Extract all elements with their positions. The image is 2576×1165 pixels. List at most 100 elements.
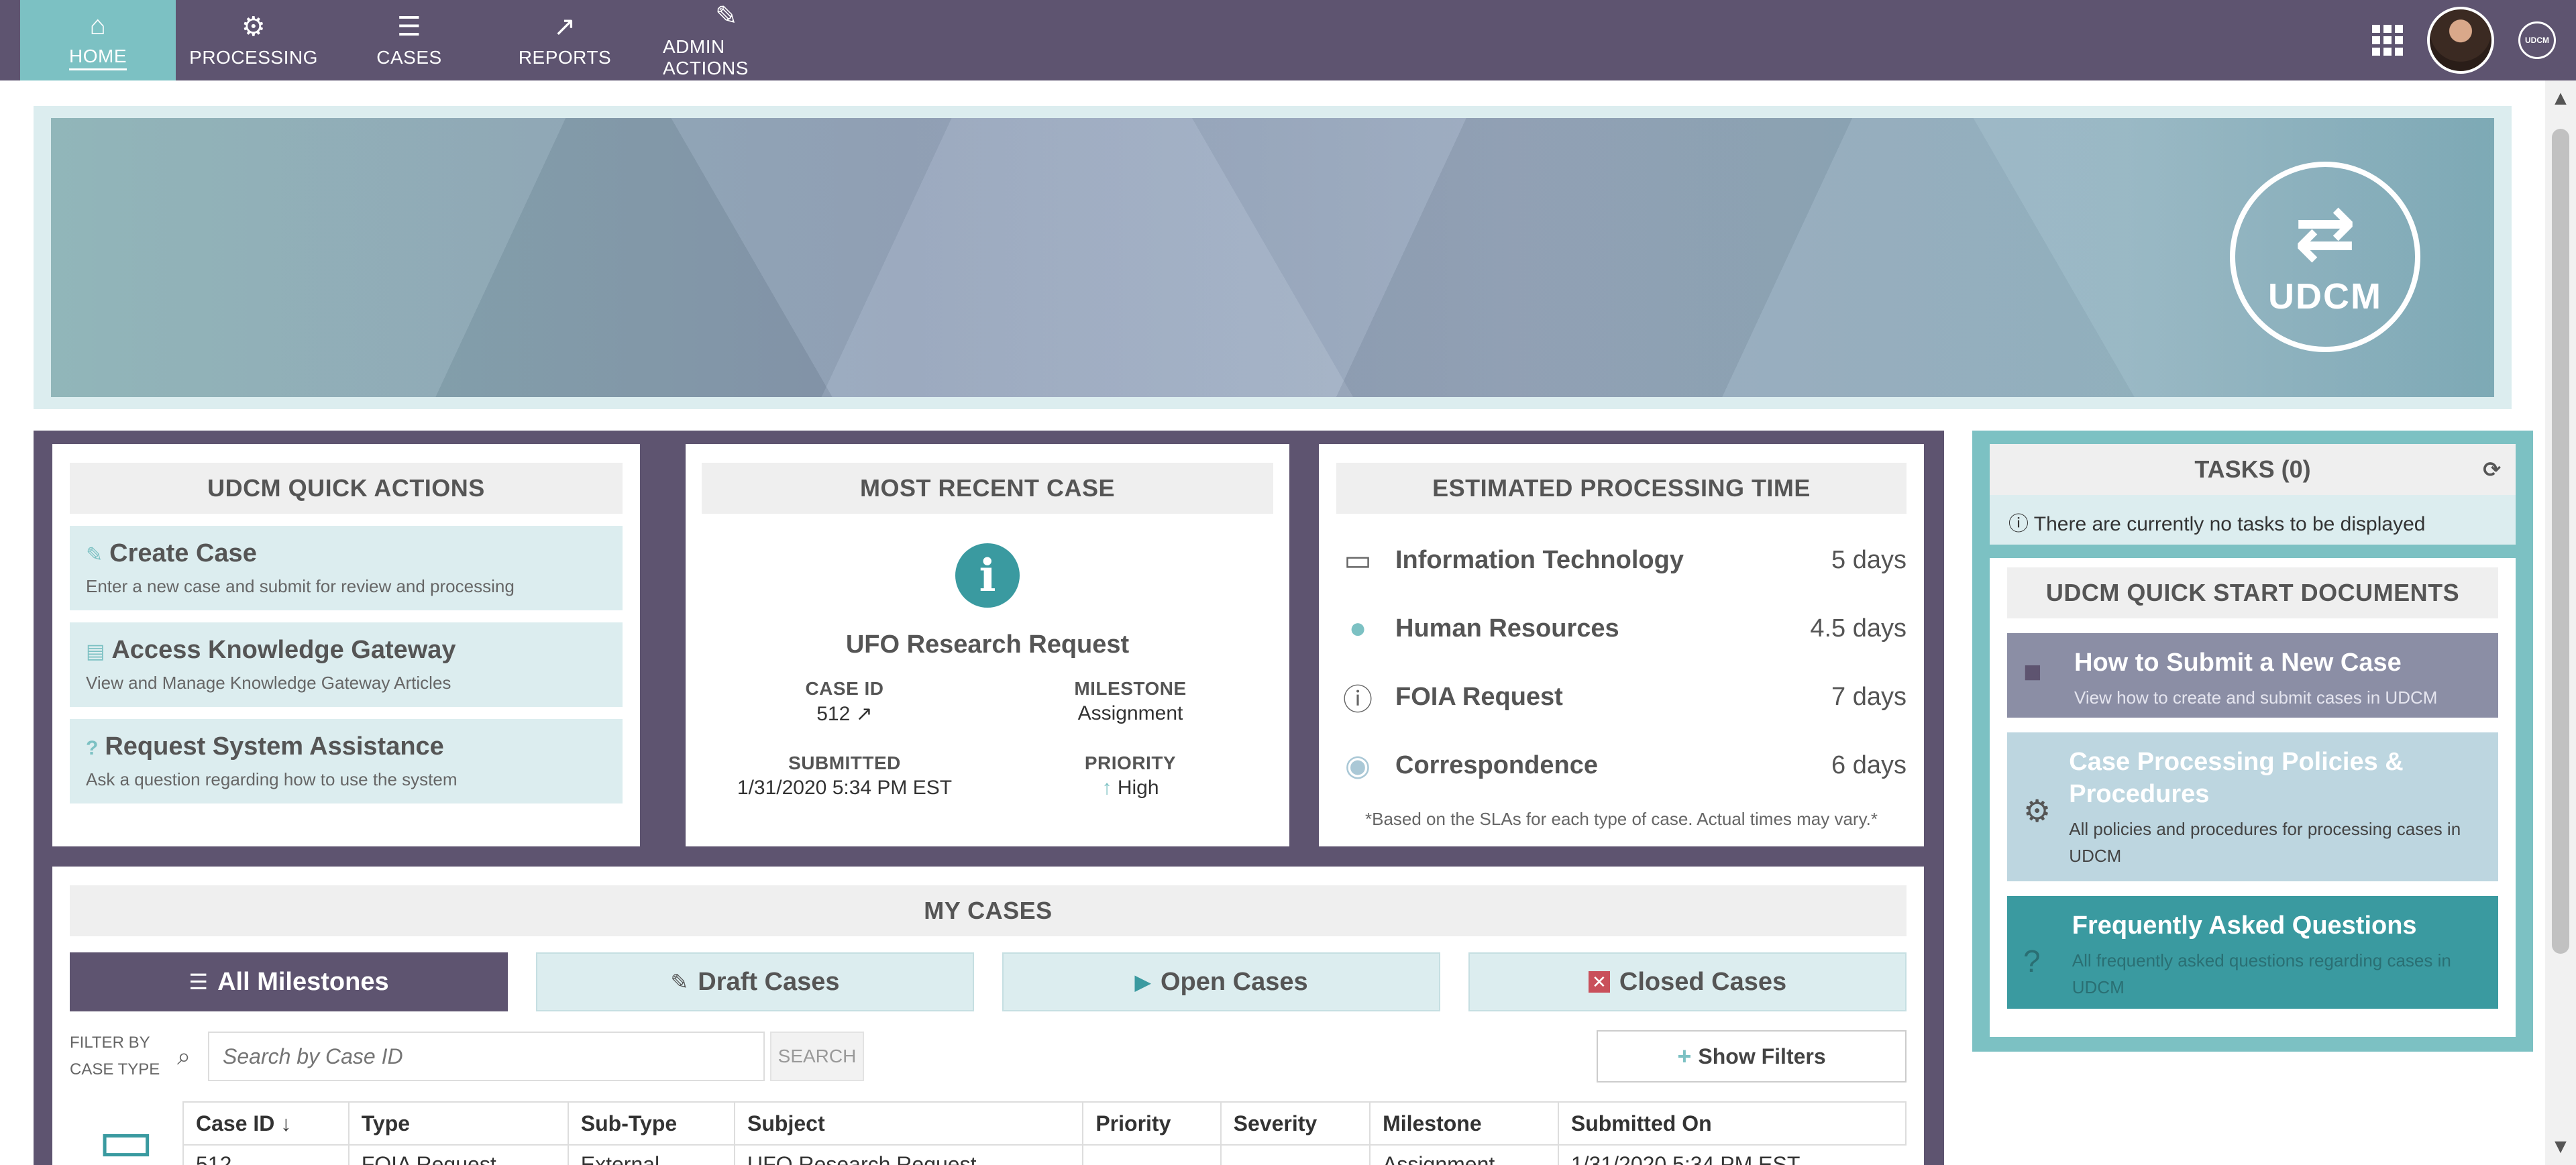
cell-severity [1220,1145,1371,1165]
apps-grid-icon[interactable] [2372,25,2403,56]
cell-subtype: External [567,1145,735,1165]
page-scrollbar[interactable]: ▲ ▼ [2545,80,2576,1165]
case-id-label: CASE ID [805,678,884,699]
my-cases-title: MY CASES [70,885,1907,936]
doc-title: How to Submit a New Case [2074,649,2402,677]
cell-submitted-on: 1/31/2020 5:34 PM EST [1557,1145,1906,1165]
video-icon: ■ [2023,654,2042,689]
cases-table-area: ▭ Case ID ↓ Type Sub-Type Subject Priori… [70,1101,1907,1165]
doc-desc: View how to create and submit cases in U… [2074,687,2438,708]
processing-time-title: ESTIMATED PROCESSING TIME [1336,463,1907,514]
book-icon: ▤ [86,641,105,663]
refresh-icon[interactable]: ⟳ [2483,444,2501,495]
most-recent-title: MOST RECENT CASE [702,463,1273,514]
doc-faq[interactable]: ? Frequently Asked Questions All frequen… [2007,896,2498,1009]
scroll-up-icon[interactable]: ▲ [2545,87,2576,110]
col-severity[interactable]: Severity [1220,1101,1371,1146]
quick-actions-title: UDCM QUICK ACTIONS [70,463,623,514]
user-avatar[interactable] [2427,7,2494,74]
doc-desc: All frequently asked questions regarding… [2072,950,2451,997]
case-id-link[interactable]: 512 [816,703,850,725]
doc-title: Frequently Asked Questions [2072,911,2417,940]
nav-home[interactable]: ⌂ HOME [20,0,176,80]
cell-type: FOIA Request [347,1145,568,1165]
ept-note: *Based on the SLAs for each type of case… [1364,809,1878,829]
tab-all-milestones[interactable]: ☰ All Milestones [70,952,508,1011]
knowledge-gateway-action[interactable]: ▤ Access Knowledge Gateway View and Manag… [70,622,623,707]
nav-cases[interactable]: ☰ CASES [331,0,487,80]
list-icon: ☰ [189,970,209,994]
ept-row-hr: ● Human Resources 4.5 days [1336,594,1907,663]
gears-icon: ⚙ [241,12,266,42]
processing-time-card: ESTIMATED PROCESSING TIME ▭ Information … [1319,444,1924,846]
milestone-value: Assignment [1077,702,1183,724]
search-input[interactable] [208,1032,765,1081]
nav-home-label: HOME [69,46,127,70]
col-label: Case ID [196,1111,275,1135]
tab-draft-cases[interactable]: ✎ Draft Cases [536,952,974,1011]
col-type[interactable]: Type [347,1101,568,1146]
most-recent-case-card: MOST RECENT CASE i UFO Research Request … [686,444,1289,846]
tab-closed-cases[interactable]: ✕ Closed Cases [1468,952,1907,1011]
submitted-value: 1/31/2020 5:34 PM EST [737,777,953,799]
my-cases-card: MY CASES ☰ All Milestones ✎ Draft Cases ▶ O… [52,867,1924,1165]
user-icon: ● [1348,612,1367,645]
search-button[interactable]: SEARCH [770,1032,864,1081]
col-subject[interactable]: Subject [734,1101,1083,1146]
udcm-small-logo[interactable]: UDCM [2518,21,2556,59]
doc-title: Case Processing Policies & Procedures [2069,748,2404,808]
ept-days: 7 days [1831,682,1907,711]
ept-days: 4.5 days [1810,614,1907,643]
create-case-desc: Enter a new case and submit for review a… [86,576,515,596]
create-case-action[interactable]: ✎ Create Case Enter a new case and submit… [70,526,623,610]
system-assistance-action[interactable]: ? Request System Assistance Ask a questio… [70,719,623,803]
nav-admin-actions[interactable]: ✎ ADMIN ACTIONS [643,0,810,80]
main-panel: UDCM QUICK ACTIONS ✎ Create Case Enter a … [34,431,1944,1165]
sort-down-icon: ↓ [280,1111,292,1135]
banner: ⇄ UDCM [51,118,2494,397]
table-row[interactable]: 512 FOIA Request External UFO Research R… [182,1145,1906,1165]
system-assistance-title: Request System Assistance [105,732,444,761]
tab-open-cases[interactable]: ▶ Open Cases [1002,952,1440,1011]
cell-subject: UFO Research Request [734,1145,1083,1165]
close-box-icon: ✕ [1588,971,1610,993]
col-priority[interactable]: Priority [1082,1101,1221,1146]
ept-row-corr: ◉ Correspondence 6 days [1336,731,1907,799]
tab-label: Draft Cases [698,967,840,996]
ept-days: 5 days [1831,545,1907,574]
laptop-icon[interactable]: ▭ [70,1101,182,1165]
nav-reports-label: REPORTS [518,47,612,68]
col-subtype[interactable]: Sub-Type [567,1101,735,1146]
scroll-thumb[interactable] [2552,129,2569,954]
exchange-icon: ⇄ [2294,192,2357,274]
tab-label: All Milestones [217,967,389,996]
search-icon: ⌕ [177,1042,191,1070]
tab-label: Closed Cases [1619,967,1787,996]
tasks-card: TASKS (0) ⟳ ⓘ There are currently no task… [1990,444,2516,545]
nav-reports[interactable]: ↗ REPORTS [487,0,643,80]
line-chart-icon: ↗ [553,12,576,42]
col-submitted-on[interactable]: Submitted On [1557,1101,1907,1146]
nav-processing[interactable]: ⚙ PROCESSING [176,0,331,80]
udcm-logo: ⇄ UDCM [2230,162,2420,352]
cell-case-id[interactable]: 512 [182,1145,349,1165]
show-filters-label: Show Filters [1698,1044,1826,1068]
doc-desc: All policies and procedures for processi… [2069,819,2461,866]
doc-submit-new-case[interactable]: ■ How to Submit a New Case View how to c… [2007,633,2498,718]
filter-label: FILTER BY CASE TYPE [70,1034,160,1078]
col-milestone[interactable]: Milestone [1369,1101,1558,1146]
scroll-down-icon[interactable]: ▼ [2545,1135,2576,1158]
create-case-title: Create Case [109,539,257,567]
show-filters-button[interactable]: + Show Filters [1597,1030,1907,1083]
col-case-id[interactable]: Case ID ↓ [182,1101,349,1146]
cell-priority [1082,1145,1221,1165]
ept-name: Information Technology [1395,545,1684,574]
chat-icon: ◉ [1344,748,1371,782]
question-icon: ? [2023,944,2041,979]
banner-frame: ⇄ UDCM [34,106,2512,409]
recent-case-name[interactable]: UFO Research Request [702,630,1273,659]
doc-policies-procedures[interactable]: ⚙ Case Processing Policies & Procedures … [2007,732,2498,881]
external-link-icon[interactable]: ↗ [856,703,873,725]
edit-icon: ✎ [670,970,689,994]
list-icon: ☰ [396,12,422,42]
